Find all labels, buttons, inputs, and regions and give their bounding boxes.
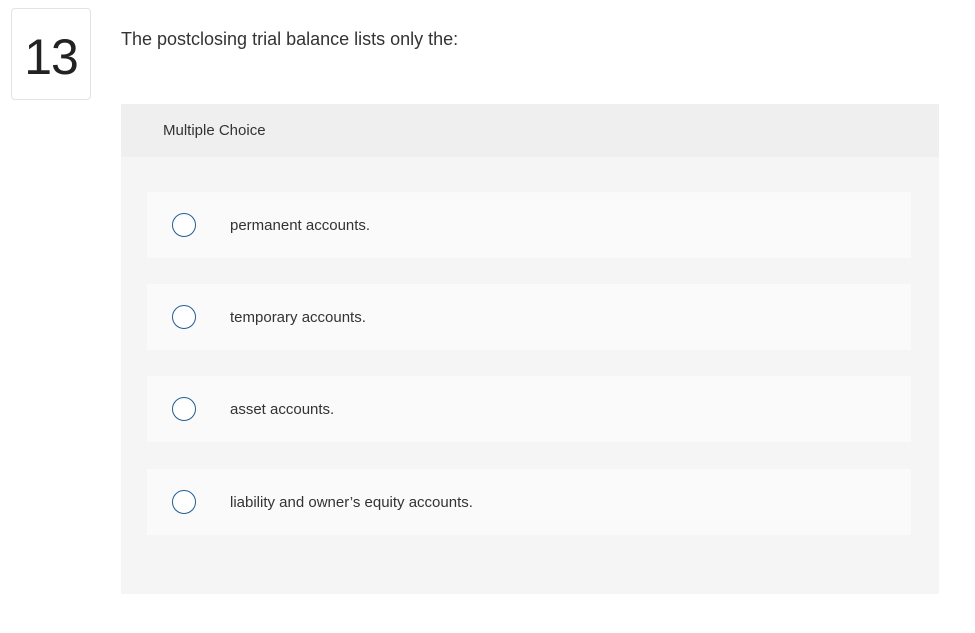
multiple-choice-panel: Multiple Choice permanent accounts. temp… <box>121 104 939 594</box>
answer-option-label[interactable]: permanent accounts. <box>230 217 370 234</box>
multiple-choice-title: Multiple Choice <box>163 122 266 139</box>
answer-option-label[interactable]: temporary accounts. <box>230 309 366 326</box>
answer-option-label[interactable]: asset accounts. <box>230 401 334 418</box>
radio-button[interactable] <box>172 490 196 514</box>
multiple-choice-header: Multiple Choice <box>121 104 939 157</box>
answer-option-label[interactable]: liability and owner’s equity accounts. <box>230 494 473 511</box>
question-number: 13 <box>24 29 79 85</box>
radio-button[interactable] <box>172 305 196 329</box>
answer-option-2[interactable]: temporary accounts. <box>147 284 911 350</box>
radio-button[interactable] <box>172 397 196 421</box>
question-number-box: 13 <box>11 8 91 100</box>
answer-option-1[interactable]: permanent accounts. <box>147 192 911 258</box>
radio-button[interactable] <box>172 213 196 237</box>
question-text: The postclosing trial balance lists only… <box>121 29 459 49</box>
answer-option-4[interactable]: liability and owner’s equity accounts. <box>147 469 911 535</box>
answer-option-3[interactable]: asset accounts. <box>147 376 911 442</box>
